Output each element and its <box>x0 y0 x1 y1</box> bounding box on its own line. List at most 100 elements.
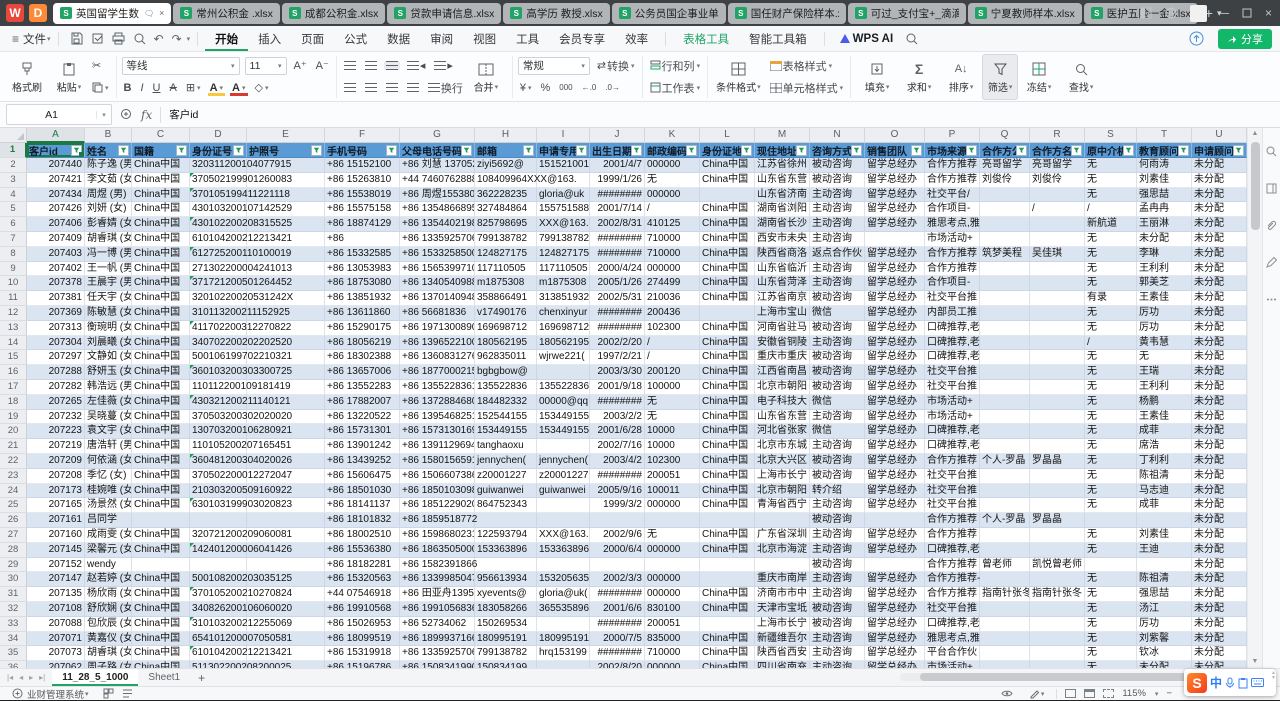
cell[interactable]: China中国 <box>132 410 190 425</box>
cell[interactable]: China中国 <box>700 543 755 558</box>
cell[interactable] <box>1030 410 1085 425</box>
header-cell[interactable]: 市场来源 <box>925 143 980 158</box>
cell[interactable]: 未分配 <box>1192 646 1247 661</box>
cell[interactable]: 825798695 <box>475 217 537 232</box>
rows-columns-button[interactable]: 行和列▾ <box>648 58 703 74</box>
collaborate-icon[interactable]: 🗨 <box>144 9 154 18</box>
cell[interactable]: +86 15026953 <box>325 617 400 632</box>
cell[interactable]: 313851932 <box>537 291 590 306</box>
row-number[interactable]: 21 <box>0 439 27 454</box>
cell[interactable]: 未分配 <box>1192 513 1247 528</box>
cell[interactable]: 主动咨询 <box>810 188 865 203</box>
cell[interactable]: 合作方推荐 <box>925 158 980 173</box>
cell[interactable]: 未分配 <box>1192 350 1247 365</box>
cell[interactable]: 被动咨询 <box>810 365 865 380</box>
cell[interactable]: 2002/8/20 <box>590 661 645 668</box>
cell[interactable]: 马志迪 <box>1137 484 1192 499</box>
cell[interactable]: 微信 <box>810 424 865 439</box>
header-cell[interactable]: 护照号 <box>247 143 325 158</box>
cell[interactable]: 凯悦曾老师 <box>1030 558 1085 573</box>
cell[interactable]: China中国 <box>132 661 190 668</box>
cell[interactable]: chenxinyur <box>537 306 590 321</box>
cell[interactable]: 微信 <box>810 395 865 410</box>
cell[interactable] <box>700 558 755 573</box>
cell[interactable]: 北京市海淀 <box>755 543 810 558</box>
cell[interactable]: China中国 <box>132 528 190 543</box>
cell[interactable]: XXX@163. <box>537 528 590 543</box>
menu-tab-开始[interactable]: 开始 <box>205 26 248 51</box>
cell[interactable]: 江苏省南京 <box>755 291 810 306</box>
cell[interactable]: 主动咨询 <box>810 646 865 661</box>
cell[interactable]: 广东省深圳 <box>755 528 810 543</box>
cell[interactable]: 无 <box>1085 572 1137 587</box>
header-cell[interactable]: 身份证地址 <box>700 143 755 158</box>
cell[interactable]: 10000 <box>645 424 700 439</box>
cell[interactable]: 2001/6/28 <box>590 424 645 439</box>
cell[interactable]: +86 1360831276 <box>400 350 475 365</box>
cell[interactable]: / <box>1030 202 1085 217</box>
cell[interactable]: ######## <box>590 247 645 262</box>
column-header-L[interactable]: L <box>700 128 755 143</box>
cell[interactable]: China中国 <box>700 276 755 291</box>
cell[interactable]: +86 13901242 <box>325 439 400 454</box>
cell[interactable]: China中国 <box>700 336 755 351</box>
cell[interactable]: 口碑推荐,老 <box>925 321 980 336</box>
row-number[interactable]: 19 <box>0 410 27 425</box>
cell[interactable]: 511302200208200025 <box>190 661 247 668</box>
cell[interactable]: 153363896 <box>475 543 537 558</box>
cell[interactable]: 吴晓蔓 (女 <box>85 410 132 425</box>
align-left-icon[interactable] <box>342 83 358 92</box>
cell[interactable]: 370105200210270824 <box>190 587 247 602</box>
cell[interactable]: ######## <box>590 587 645 602</box>
export-icon[interactable] <box>91 32 104 45</box>
preview-icon[interactable] <box>133 32 146 45</box>
cell[interactable]: 未分配 <box>1192 202 1247 217</box>
scroll-up-icon[interactable]: ▲ <box>1248 128 1262 140</box>
filter-dropdown-icon[interactable] <box>176 145 187 156</box>
cell[interactable]: 丁利利 <box>1137 454 1192 469</box>
filter-dropdown-icon[interactable] <box>631 145 642 156</box>
cell[interactable]: 未分配 <box>1137 232 1192 247</box>
cell[interactable]: 无 <box>1085 498 1137 513</box>
cell[interactable]: China中国 <box>132 217 190 232</box>
cell[interactable]: +86 1580156591 <box>400 454 475 469</box>
cell[interactable]: 安徽省铜陵 <box>755 336 810 351</box>
filter-dropdown-icon[interactable] <box>576 145 587 156</box>
cell[interactable]: +86 15263810 <box>325 173 400 188</box>
cell[interactable]: +86 1533258500 <box>400 247 475 262</box>
cell[interactable]: 2001/6/6 <box>590 602 645 617</box>
cell[interactable]: 000000 <box>645 158 700 173</box>
cell[interactable] <box>980 380 1030 395</box>
cell[interactable]: China中国 <box>700 217 755 232</box>
cell[interactable]: 韩浩远 (男 <box>85 380 132 395</box>
cell[interactable] <box>980 291 1030 306</box>
cell[interactable]: 亮哥留学 <box>980 158 1030 173</box>
globe-icon[interactable] <box>1165 7 1177 19</box>
bold-button[interactable]: B <box>122 82 134 94</box>
cell[interactable]: China中国 <box>132 646 190 661</box>
zoom-formula-icon[interactable] <box>120 108 133 121</box>
cell[interactable]: China中国 <box>700 484 755 499</box>
cell[interactable]: 上海市宝山 <box>755 306 810 321</box>
cell[interactable]: 包欣辰 (女 <box>85 617 132 632</box>
comma-style-icon[interactable]: 000 <box>557 83 574 92</box>
cell[interactable]: China中国 <box>700 173 755 188</box>
cell[interactable]: 无 <box>1085 262 1137 277</box>
scroll-down-icon[interactable]: ▼ <box>1248 656 1262 668</box>
cell[interactable]: 成菲 <box>1137 498 1192 513</box>
cell[interactable]: 留学总经办 <box>865 350 925 365</box>
row-number[interactable]: 34 <box>0 632 27 647</box>
cell[interactable]: 合作项目- <box>925 202 980 217</box>
column-header-A[interactable]: A <box>27 128 85 143</box>
cell[interactable]: 留学总经办 <box>865 380 925 395</box>
file-tab[interactable]: S贷款申请信息.xlsx <box>387 3 501 24</box>
cell[interactable]: ######## <box>590 646 645 661</box>
align-middle-icon[interactable] <box>363 61 379 70</box>
cell[interactable]: 未分配 <box>1192 543 1247 558</box>
cell[interactable]: 被动咨询 <box>810 350 865 365</box>
cell[interactable]: 湖南省长沙 <box>755 217 810 232</box>
cell[interactable] <box>1030 646 1085 661</box>
cell[interactable]: China中国 <box>132 291 190 306</box>
cell[interactable]: guiwanwei <box>475 484 537 499</box>
cell[interactable]: 彭睿婧 (女 <box>85 217 132 232</box>
